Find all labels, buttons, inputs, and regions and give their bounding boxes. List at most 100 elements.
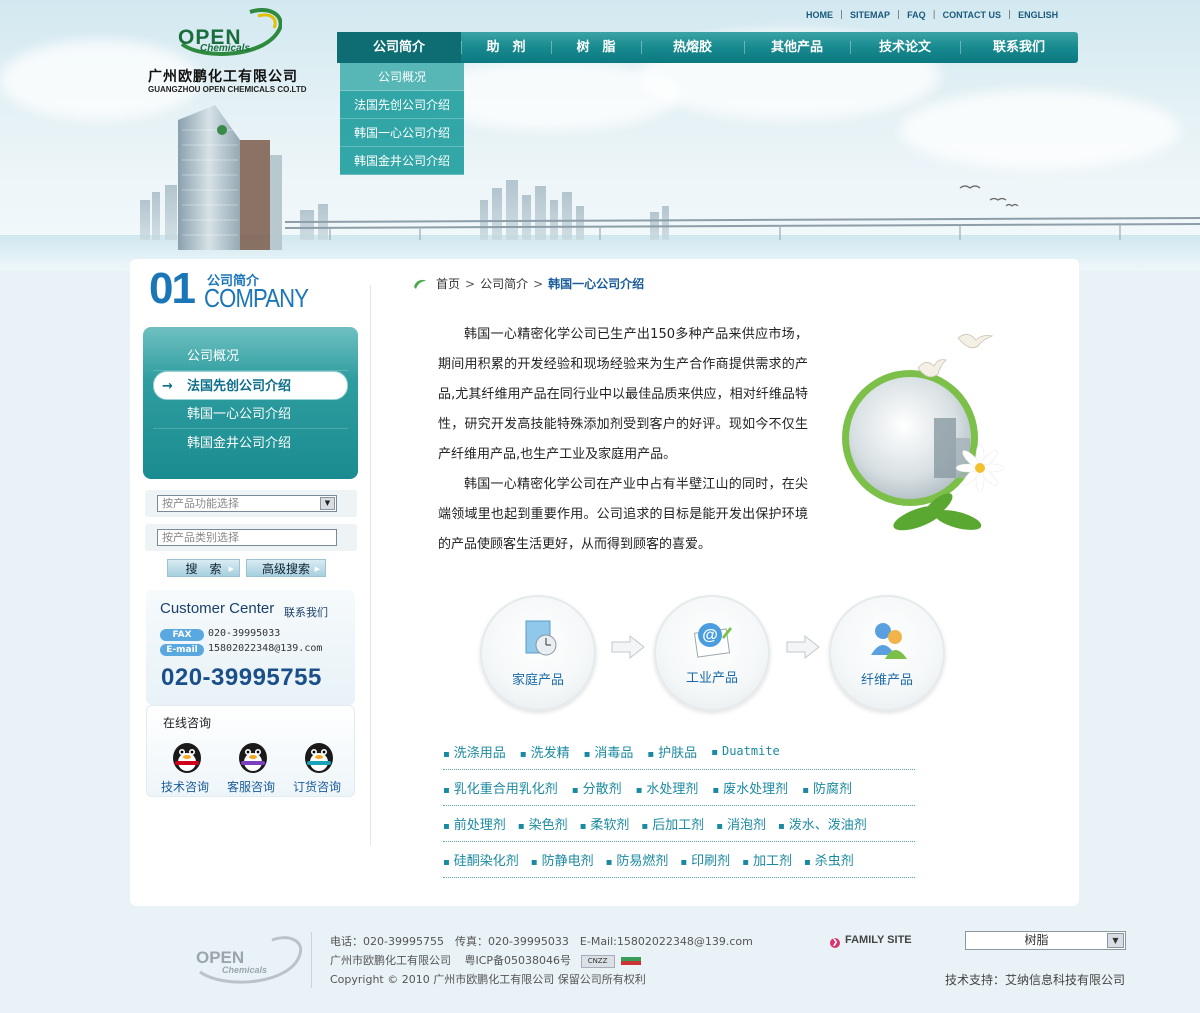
- product-link[interactable]: ▪ 杀虫剂: [804, 850, 854, 869]
- arrow-right-icon: →: [162, 379, 173, 394]
- product-link[interactable]: ▪ 水处理剂: [636, 778, 699, 797]
- product-link[interactable]: ▪ 分散剂: [572, 778, 622, 797]
- product-link[interactable]: ▪ 洗发精: [520, 742, 570, 761]
- hotline-phone: 020-39995755: [161, 664, 322, 691]
- office-tower: [178, 105, 282, 250]
- dropdown-item-overview[interactable]: 公司概况: [340, 63, 464, 91]
- sidemenu-item-korea-yixin[interactable]: 韩国一心公司介绍: [153, 400, 348, 429]
- nav-additives[interactable]: 助 剂: [461, 32, 551, 63]
- category-home-products[interactable]: 家庭产品: [480, 595, 596, 711]
- footer-icp[interactable]: 粤ICP备05038046号: [465, 954, 572, 967]
- category-label: 工业产品: [685, 671, 738, 686]
- dropdown-item-korea-jinjing[interactable]: 韩国金井公司介绍: [340, 147, 464, 175]
- function-select-box: 按产品功能选择 ▼: [145, 490, 357, 517]
- sidemenu-item-france[interactable]: → 法国先创公司介绍: [153, 371, 348, 400]
- toplink-english[interactable]: ENGLISH: [1018, 10, 1058, 20]
- nav-other-products[interactable]: 其他产品: [744, 32, 850, 63]
- product-link[interactable]: ▪ 防静电剂: [531, 850, 594, 869]
- company-logo[interactable]: OPEN Chemicals 广州欧鹏化工有限公司 GUANGZHOU OPEN…: [148, 8, 318, 98]
- sidemenu-item-korea-jinjing[interactable]: 韩国金井公司介绍: [153, 429, 348, 458]
- product-link[interactable]: ▪ 柔软剂: [580, 814, 630, 833]
- family-site-selected: 树脂: [1024, 933, 1049, 947]
- top-links: HOME | SITEMAP | FAQ | CONTACT US | ENGL…: [806, 10, 1058, 20]
- product-link[interactable]: ▪ 护肤品: [647, 742, 697, 761]
- product-link[interactable]: ▪ Duatmite: [711, 744, 780, 759]
- breadcrumb-parent[interactable]: 公司简介: [480, 275, 528, 292]
- family-site-text: FAMILY SITE: [845, 934, 912, 946]
- product-link[interactable]: ▪ 废水处理剂: [712, 778, 788, 797]
- product-link[interactable]: ▪ 硅酮染化剂: [443, 850, 519, 869]
- fax-badge: FAX: [160, 629, 204, 641]
- online-consult: 在线咨询 技术咨询 客服咨询 订货咨询: [146, 705, 355, 797]
- email-badge: E-mail: [160, 644, 204, 656]
- nav-hot-melt[interactable]: 热熔胶: [641, 32, 744, 63]
- product-link[interactable]: ▪ 后加工剂: [641, 814, 704, 833]
- product-link[interactable]: ▪ 防易燃剂: [606, 850, 669, 869]
- toplink-sitemap[interactable]: SITEMAP: [850, 10, 890, 20]
- nav-contact-us[interactable]: 联系我们: [960, 32, 1078, 63]
- family-site-select[interactable]: 树脂 ▼: [965, 931, 1126, 950]
- breadcrumb-home[interactable]: 首页: [436, 275, 460, 292]
- chevron-down-icon[interactable]: ▼: [320, 497, 335, 510]
- customer-center-title: Customer Center: [160, 600, 275, 617]
- users-icon: [871, 623, 907, 659]
- dropdown-item-korea-yixin[interactable]: 韩国一心公司介绍: [340, 119, 464, 147]
- category-fiber-products[interactable]: 纤维产品: [829, 595, 945, 711]
- play-arrow-icon: ▶: [228, 565, 234, 573]
- qq-penguin-icon[interactable]: [299, 740, 339, 774]
- product-link[interactable]: ▪ 印刷剂: [680, 850, 730, 869]
- online-consult-title: 在线咨询: [163, 716, 212, 730]
- dropdown-item-france[interactable]: 法国先创公司介绍: [340, 91, 464, 119]
- advanced-search-label: 高级搜索: [261, 562, 310, 576]
- breadcrumb-separator: >: [533, 276, 544, 291]
- search-button[interactable]: 搜 索 ▶: [167, 559, 240, 577]
- toplink-contact[interactable]: CONTACT US: [943, 10, 1001, 20]
- search-button-label: 搜 索: [185, 562, 222, 576]
- nav-tech-papers[interactable]: 技术论文: [850, 32, 960, 63]
- cnzz-badge[interactable]: CNZZ: [580, 954, 615, 968]
- logo-chemicals-text: Chemicals: [200, 43, 251, 54]
- advanced-search-button[interactable]: 高级搜索 ▶: [246, 559, 326, 577]
- product-link-row: ▪ 洗涤用品 ▪ 洗发精 ▪ 消毒品 ▪ 护肤品 ▪ Duatmite: [443, 734, 915, 770]
- stats-badge-icon[interactable]: [621, 957, 642, 965]
- function-select[interactable]: 按产品功能选择 ▼: [157, 495, 337, 512]
- sidemenu-item-overview[interactable]: 公司概况: [153, 342, 348, 371]
- product-link[interactable]: ▪ 染色剂: [518, 814, 568, 833]
- email-address[interactable]: 15802022348@139.com: [208, 643, 322, 654]
- side-menu: 公司概况 → 法国先创公司介绍 韩国一心公司介绍 韩国金井公司介绍: [143, 327, 358, 479]
- nav-company-intro[interactable]: 公司简介: [337, 32, 461, 63]
- footer-company: 广州市欧鹏化工有限公司: [330, 954, 451, 967]
- breadcrumb-current: 韩国一心公司介绍: [548, 277, 645, 291]
- category-industrial-products[interactable]: @ 工业产品: [654, 595, 770, 711]
- product-link[interactable]: ▪ 防腐剂: [802, 778, 852, 797]
- toplink-home[interactable]: HOME: [806, 10, 833, 20]
- consult-service-link[interactable]: 客服咨询: [227, 778, 275, 795]
- consult-tech-link[interactable]: 技术咨询: [161, 778, 209, 795]
- category-select[interactable]: 按产品类别选择: [157, 529, 337, 546]
- product-link[interactable]: ▪ 泼水、泼油剂: [778, 814, 867, 833]
- qq-penguin-icon[interactable]: [167, 740, 207, 774]
- consult-order-link[interactable]: 订货咨询: [293, 778, 341, 795]
- category-select-placeholder: 按产品类别选择: [162, 531, 239, 544]
- main-navigation: 公司简介 助 剂 树 脂 热熔胶 其他产品 技术论文 联系我们: [337, 32, 1078, 63]
- product-link[interactable]: ▪ 乳化重合用乳化剂: [443, 778, 558, 797]
- breadcrumb: 首页 > 公司简介 > 韩国一心公司介绍: [412, 275, 644, 292]
- customer-center: Customer Center 联系我们 FAX 020-39995033 E-…: [146, 590, 355, 705]
- column-divider: [370, 285, 371, 845]
- function-select-placeholder: 按产品功能选择: [162, 497, 239, 510]
- separator: |: [897, 10, 901, 20]
- product-link[interactable]: ▪ 前处理剂: [443, 814, 506, 833]
- product-link-row: ▪ 前处理剂 ▪ 染色剂 ▪ 柔软剂 ▪ 后加工剂 ▪ 消泡剂 ▪ 泼水、泼油剂: [443, 806, 915, 842]
- product-link[interactable]: ▪ 消泡剂: [716, 814, 766, 833]
- product-link[interactable]: ▪ 加工剂: [742, 850, 792, 869]
- product-link[interactable]: ▪ 洗涤用品: [443, 742, 506, 761]
- nav-dropdown-menu: 公司概况 法国先创公司介绍 韩国一心公司介绍 韩国金井公司介绍: [340, 63, 464, 175]
- product-link[interactable]: ▪ 消毒品: [584, 742, 634, 761]
- nav-resins[interactable]: 树 脂: [551, 32, 641, 63]
- footer-contact-line: 电话：020-39995755 传真：020-39995033 E-Mail:1…: [330, 935, 753, 948]
- qq-penguin-icon[interactable]: [233, 740, 273, 774]
- company-name-en: GUANGZHOU OPEN CHEMICALS CO.LTD: [148, 85, 307, 94]
- toplink-faq[interactable]: FAQ: [907, 10, 926, 20]
- company-name-cn: 广州欧鹏化工有限公司: [148, 69, 298, 85]
- chevron-down-icon[interactable]: ▼: [1107, 933, 1124, 948]
